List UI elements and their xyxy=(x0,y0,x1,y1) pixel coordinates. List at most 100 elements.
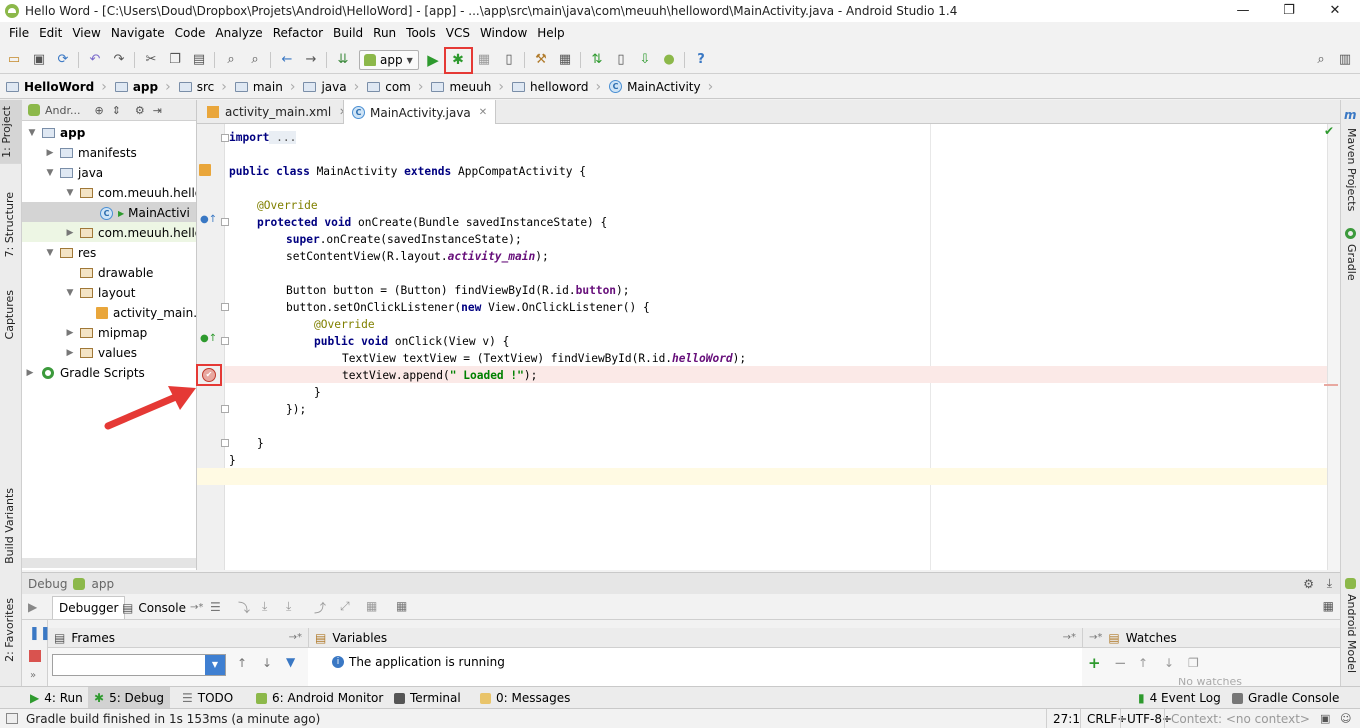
horizontal-scrollbar[interactable] xyxy=(22,558,196,568)
tool-tab-structure[interactable]: 7: Structure xyxy=(3,192,16,257)
hide-icon[interactable]: ⇥ xyxy=(153,104,162,117)
menu-build[interactable]: Build xyxy=(328,22,368,44)
android-device-monitor-icon[interactable]: ● xyxy=(660,51,678,69)
fold-marker-icon[interactable] xyxy=(221,337,229,345)
menu-navigate[interactable]: Navigate xyxy=(106,22,170,44)
tab-debugger[interactable]: Debugger xyxy=(52,596,126,619)
tree-item-values[interactable]: ▶ values xyxy=(64,343,138,363)
fold-marker-icon[interactable] xyxy=(221,405,229,413)
gear-icon[interactable]: ⚙ xyxy=(135,104,145,117)
folded-imports[interactable]: ... xyxy=(269,131,297,144)
back-icon[interactable]: ← xyxy=(278,51,296,69)
tree-item-layout[interactable]: ▼ layout xyxy=(64,283,136,303)
run-icon[interactable]: ▶ xyxy=(424,51,442,69)
add-watch-icon[interactable]: + xyxy=(1088,654,1101,672)
fold-marker-icon[interactable] xyxy=(221,218,229,226)
undo-icon[interactable]: ↶ xyxy=(86,51,104,69)
override-method-icon[interactable]: ●↑ xyxy=(200,214,217,225)
tool-tab-android-monitor[interactable]: 6: Android Monitor xyxy=(250,687,389,709)
tool-windows-quick-access-icon[interactable] xyxy=(6,713,18,724)
more-icon[interactable]: » xyxy=(30,670,36,681)
next-frame-icon[interactable]: ↓ xyxy=(262,656,272,670)
thread-select[interactable]: ▼ xyxy=(52,654,226,676)
sync-gradle-icon[interactable]: ⇅ xyxy=(588,51,606,69)
fold-marker-icon[interactable] xyxy=(221,439,229,447)
close-button[interactable]: ✕ xyxy=(1312,0,1358,22)
implement-method-icon[interactable]: ●↑ xyxy=(200,333,217,344)
hide-panel-icon[interactable]: ⤓ xyxy=(1327,576,1332,591)
fold-marker-icon[interactable] xyxy=(221,303,229,311)
breakpoint-stripe-marker[interactable] xyxy=(1324,384,1338,386)
paste-icon[interactable]: ▤ xyxy=(190,51,208,69)
tool-tab-favorites[interactable]: 2: Favorites xyxy=(3,598,16,662)
restore-layout-icon[interactable]: ▦ xyxy=(1323,599,1334,613)
tree-item-app[interactable]: ▼ app xyxy=(26,123,86,143)
avd-manager-icon[interactable]: ▯ xyxy=(612,51,630,69)
menu-help[interactable]: Help xyxy=(532,22,569,44)
open-folder-icon[interactable]: ▭ xyxy=(5,51,23,69)
filter-icon[interactable]: ▼ xyxy=(286,655,295,669)
tree-item-gradle-scripts[interactable]: ▶ Gradle Scripts xyxy=(24,363,145,383)
redo-icon[interactable]: ↷ xyxy=(110,51,128,69)
status-message[interactable]: Gradle build finished in 1s 153ms (a min… xyxy=(0,712,320,726)
minimize-button[interactable]: — xyxy=(1220,0,1266,22)
attach-debugger-icon[interactable]: ▦ xyxy=(475,51,493,69)
inspection-ok-icon[interactable]: ✔ xyxy=(1324,124,1334,138)
tree-item-mipmap[interactable]: ▶ mipmap xyxy=(64,323,148,343)
menu-refactor[interactable]: Refactor xyxy=(268,22,328,44)
tool-tab-captures[interactable]: Captures xyxy=(3,290,16,339)
menu-file[interactable]: File xyxy=(4,22,34,44)
pin-icon[interactable]: →* xyxy=(190,602,203,613)
show-execution-point-icon[interactable]: ☰ xyxy=(210,600,221,614)
breadcrumb-item[interactable]: com › xyxy=(367,79,429,95)
project-view-select[interactable]: Andr... xyxy=(45,104,80,117)
tree-item-activity-main[interactable]: activity_main. xyxy=(92,303,196,323)
step-out-icon[interactable]: ⤴ xyxy=(314,599,326,616)
tree-item-manifests[interactable]: ▶ manifests xyxy=(44,143,137,163)
tab-console[interactable]: ▤ Console →* xyxy=(116,596,209,619)
tool-tab-messages[interactable]: 0: Messages xyxy=(474,687,576,709)
menu-window[interactable]: Window xyxy=(475,22,532,44)
project-structure-icon[interactable]: ⚒ xyxy=(532,51,550,69)
tool-tab-run[interactable]: ▶ 4: Run xyxy=(24,687,89,709)
previous-frame-icon[interactable]: ↑ xyxy=(237,656,247,670)
view-breakpoints-icon[interactable]: ▦ xyxy=(396,599,407,613)
stop-device-icon[interactable]: ▯ xyxy=(500,51,518,69)
run-to-cursor-icon[interactable]: ⤢ xyxy=(340,599,350,614)
run-configuration-select[interactable]: app ▼ xyxy=(359,50,419,70)
menu-analyze[interactable]: Analyze xyxy=(210,22,267,44)
menu-edit[interactable]: Edit xyxy=(34,22,67,44)
editor-gutter[interactable] xyxy=(197,124,225,570)
breadcrumb-item[interactable]: HelloWord › xyxy=(6,79,113,95)
make-project-icon[interactable]: ⇊ xyxy=(334,51,352,69)
tree-item-package-test[interactable]: ▶ com.meuuh.hello xyxy=(64,223,196,243)
tool-tab-event-log[interactable]: ▮ 4 Event Log xyxy=(1132,687,1227,709)
pin-icon[interactable]: →* xyxy=(1063,632,1076,643)
cut-icon[interactable]: ✂ xyxy=(142,51,160,69)
tool-tab-build-variants[interactable]: Build Variants xyxy=(3,488,16,564)
replace-icon[interactable]: ⌕ xyxy=(246,51,264,69)
tree-item-drawable[interactable]: drawable xyxy=(64,263,153,283)
tool-tab-todo[interactable]: ☰ TODO xyxy=(176,687,239,709)
evaluate-expression-icon[interactable]: ▦ xyxy=(366,599,377,613)
breadcrumb-item[interactable]: meuuh › xyxy=(431,79,510,95)
tree-item-package[interactable]: ▼ com.meuuh.hello xyxy=(64,183,196,203)
layout-resource-gutter-icon[interactable] xyxy=(199,164,211,176)
tool-tab-gradle-console[interactable]: Gradle Console xyxy=(1226,687,1345,709)
menu-tools[interactable]: Tools xyxy=(401,22,441,44)
duplicate-watch-icon[interactable]: ❐ xyxy=(1188,656,1199,670)
breadcrumb-item[interactable]: C MainActivity › xyxy=(609,79,719,95)
lock-icon[interactable]: ▣ xyxy=(1320,712,1330,725)
breadcrumb-item[interactable]: src › xyxy=(178,79,233,95)
tool-tab-terminal[interactable]: Terminal xyxy=(388,687,467,709)
gear-icon[interactable]: ⚙ xyxy=(1303,577,1314,591)
tool-tab-project[interactable]: 1: Project xyxy=(0,100,22,164)
save-icon[interactable]: ▣ xyxy=(30,51,48,69)
panel-layout-icon[interactable]: ▥ xyxy=(1336,51,1354,69)
tab-activity-main-xml[interactable]: activity_main.xml ✕ xyxy=(199,100,356,124)
tool-tab-maven-projects[interactable]: Maven Projects xyxy=(1345,128,1358,211)
tool-tab-android-model[interactable]: Android Model xyxy=(1345,594,1358,673)
collapse-all-icon[interactable]: ⇕ xyxy=(112,104,121,117)
maximize-button[interactable]: ❐ xyxy=(1266,0,1312,22)
event-log-status-icon[interactable]: ☺ xyxy=(1340,712,1351,725)
